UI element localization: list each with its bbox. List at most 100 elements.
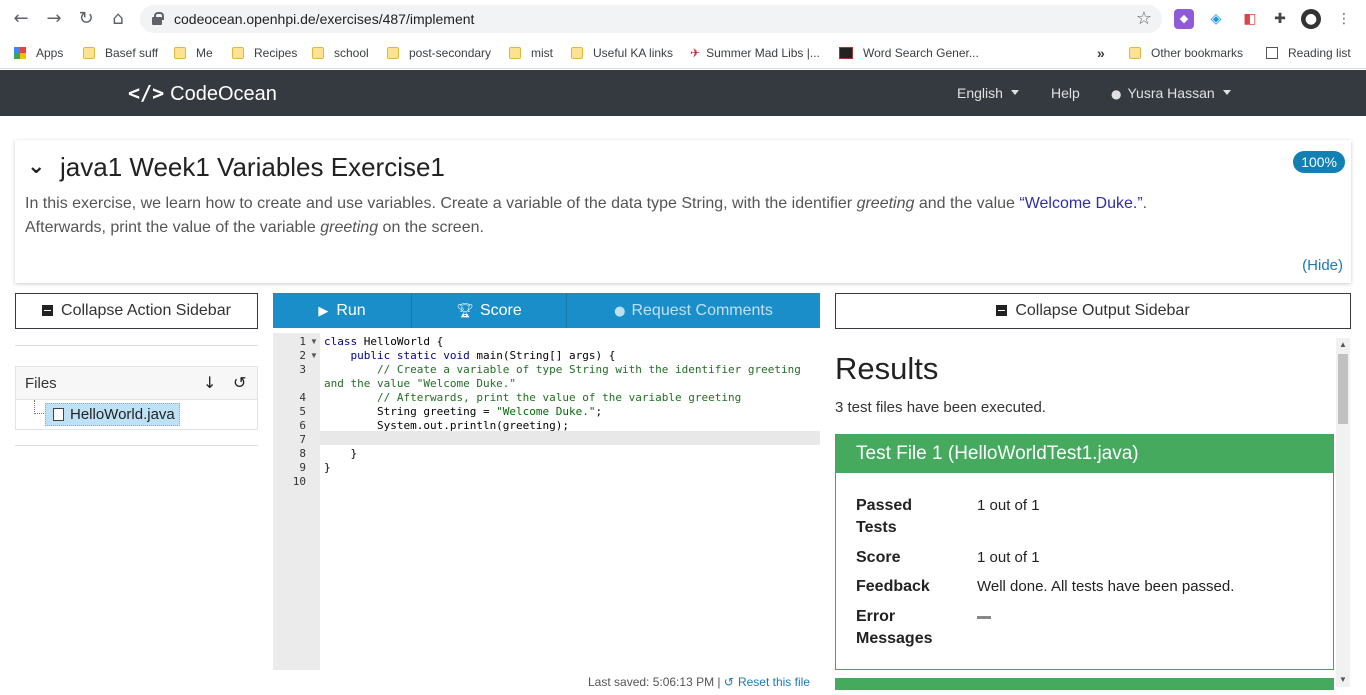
- language-dropdown[interactable]: English: [957, 85, 1019, 101]
- code-line: }: [324, 447, 358, 460]
- error-messages-label: Error Messages: [856, 608, 933, 647]
- comment-icon: ●: [614, 304, 626, 319]
- code-line: // Create a variable of type String with…: [324, 363, 801, 376]
- folder-icon: [509, 47, 521, 59]
- folder-icon: [1129, 47, 1141, 59]
- extension-icon[interactable]: ◆: [1174, 9, 1194, 29]
- bookmarks-bar: Apps Basef suff Me Recipes school post-s…: [0, 38, 1366, 69]
- files-panel: Files ↓ ↺ HelloWorld.java: [15, 345, 258, 446]
- results-heading: Results: [835, 351, 939, 386]
- extensions-puzzle-icon[interactable]: ✚: [1270, 9, 1290, 29]
- reading-list[interactable]: Reading list: [1266, 43, 1351, 63]
- extension-icon[interactable]: ◧: [1240, 9, 1260, 29]
- user-icon: ●: [1111, 87, 1122, 101]
- editor-toolbar: ▶ Run 🏆︎ Score ● Request Comments: [273, 293, 820, 328]
- file-item-helloworld[interactable]: HelloWorld.java: [45, 403, 180, 426]
- collapse-action-sidebar-button[interactable]: Collapse Action Sidebar: [15, 293, 258, 329]
- line-number: 9: [299, 461, 306, 474]
- code-line: }: [324, 461, 331, 474]
- scroll-up-icon[interactable]: ▲: [1339, 340, 1347, 349]
- folder-icon: [174, 47, 186, 59]
- bookmark-folder[interactable]: Me: [174, 43, 213, 63]
- folder-icon: [387, 47, 399, 59]
- bookmark-folder[interactable]: post-secondary: [387, 43, 491, 63]
- active-line-highlight: [320, 431, 820, 445]
- forward-icon[interactable]: →: [43, 8, 65, 30]
- reload-icon[interactable]: ↻: [75, 8, 97, 30]
- bookmarks-overflow-icon[interactable]: »: [1097, 43, 1105, 63]
- line-number: 3: [299, 363, 306, 376]
- progress-badge: 100%: [1293, 151, 1345, 173]
- brand-link[interactable]: </> CodeOcean: [128, 81, 277, 106]
- test-file-card: Test File 1 (HelloWorldTest1.java) Passe…: [835, 434, 1334, 670]
- test-file-card-header: [835, 678, 1334, 690]
- home-icon[interactable]: ⌂: [107, 8, 129, 30]
- browser-toolbar: ← → ↻ ⌂ codeocean.openhpi.de/exercises/4…: [0, 0, 1366, 38]
- bookmark-folder[interactable]: school: [312, 43, 369, 63]
- exercise-title: java1 Week1 Variables Exercise1: [60, 152, 445, 182]
- line-number: 1: [299, 335, 306, 348]
- bookmark-folder[interactable]: Recipes: [232, 43, 297, 63]
- passed-tests-label: Passed Tests: [856, 497, 913, 536]
- menu-kebab-icon[interactable]: ⋮: [1334, 9, 1354, 29]
- bookmark-folder[interactable]: Basef suff: [83, 43, 158, 63]
- help-link[interactable]: Help: [1051, 85, 1080, 101]
- exercise-description: In this exercise, we learn how to create…: [25, 195, 1148, 236]
- hide-description-link[interactable]: (Hide): [1302, 257, 1343, 274]
- test-file-title: Test File 1 (HelloWorldTest1.java): [836, 435, 1333, 473]
- trophy-icon: 🏆︎: [456, 303, 474, 319]
- request-comments-button[interactable]: ● Request Comments: [567, 293, 820, 328]
- feedback-value: Well done. All tests have been passed.: [977, 578, 1235, 595]
- line-number: 6: [299, 419, 306, 432]
- empty-value-dash: [977, 616, 991, 619]
- line-number: 10: [292, 475, 306, 488]
- code-line: and the value "Welcome Duke.": [324, 377, 517, 390]
- line-number-gutter: 1 ▼ 2 ▼ 3 4 5 6 7 8 9 10: [273, 333, 320, 670]
- run-button[interactable]: ▶ Run: [273, 293, 411, 328]
- fold-arrow-icon[interactable]: ▼: [310, 337, 318, 346]
- bookmark-apps[interactable]: Apps: [14, 43, 63, 63]
- files-label: Files: [25, 375, 57, 392]
- folder-icon: [571, 47, 583, 59]
- score-button[interactable]: 🏆︎ Score: [412, 293, 566, 328]
- url-text[interactable]: codeocean.openhpi.de/exercises/487/imple…: [174, 11, 474, 27]
- back-icon[interactable]: ←: [10, 8, 32, 30]
- lock-icon: [152, 12, 164, 25]
- passed-tests-value: 1 out of 1: [977, 497, 1040, 514]
- chevron-down-icon[interactable]: ⌄: [27, 154, 45, 179]
- caret-down-icon: [1222, 90, 1231, 95]
- scroll-down-icon[interactable]: ▼: [1339, 675, 1347, 684]
- java-file-icon: [53, 408, 64, 421]
- code-line: System.out.println(greeting);: [324, 419, 570, 432]
- site-favicon-icon: ✈: [690, 46, 701, 60]
- download-icon[interactable]: ↓: [203, 373, 216, 392]
- score-value: 1 out of 1: [977, 549, 1040, 566]
- scrollbar-thumb[interactable]: [1338, 354, 1348, 424]
- bookmark-star-icon[interactable]: ☆: [1136, 8, 1152, 29]
- code-line: class HelloWorld {: [324, 335, 444, 348]
- minus-square-icon: [996, 305, 1008, 316]
- bookmark-other[interactable]: Other bookmarks: [1129, 43, 1243, 63]
- output-scrollbar[interactable]: ▲ ▼: [1336, 338, 1350, 687]
- history-icon[interactable]: ↺: [233, 373, 246, 392]
- score-label: Score: [856, 549, 901, 566]
- site-favicon-icon: [839, 47, 853, 59]
- bookmark-link[interactable]: ✈ Summer Mad Libs |...: [690, 43, 820, 63]
- bookmark-link[interactable]: Word Search Gener...: [839, 43, 979, 63]
- bookmark-folder[interactable]: Useful KA links: [571, 43, 673, 63]
- collapse-output-sidebar-button[interactable]: Collapse Output Sidebar: [835, 293, 1351, 329]
- bookmark-folder[interactable]: mist: [509, 43, 553, 63]
- user-dropdown[interactable]: ● Yusra Hassan: [1111, 85, 1231, 101]
- extension-icon[interactable]: ◈: [1206, 9, 1226, 29]
- feedback-label: Feedback: [856, 578, 930, 595]
- code-editor[interactable]: 1 ▼ 2 ▼ 3 4 5 6 7 8 9 10 class HelloWorl…: [273, 333, 820, 670]
- minus-square-icon: [42, 305, 54, 316]
- folder-icon: [312, 47, 324, 59]
- reset-file-link[interactable]: ↺ Reset this file: [724, 675, 810, 689]
- address-bar[interactable]: codeocean.openhpi.de/exercises/487/imple…: [140, 5, 1162, 33]
- fold-arrow-icon[interactable]: ▼: [310, 351, 318, 360]
- folder-icon: [232, 47, 244, 59]
- profile-avatar-icon[interactable]: ●: [1301, 9, 1321, 29]
- line-number: 4: [299, 391, 306, 404]
- apps-grid-icon: [14, 47, 26, 59]
